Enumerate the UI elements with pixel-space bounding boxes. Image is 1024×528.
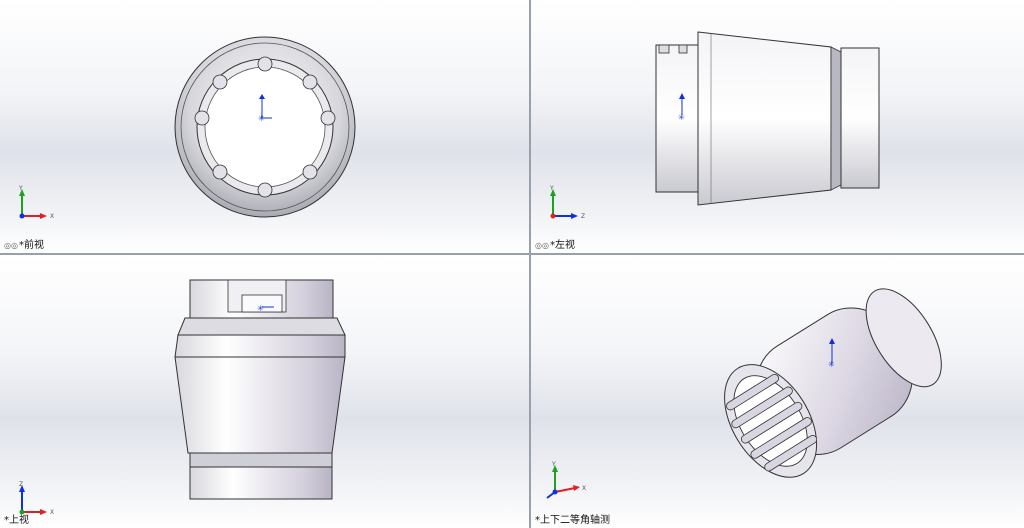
top-view-part: ✳ (174, 279, 346, 500)
svg-text:Y: Y (549, 185, 554, 192)
view-orient-icon: ◎◎ (535, 241, 549, 250)
viewport-left[interactable]: ✳ Y Z ◎◎*左视 (531, 0, 1024, 253)
iso-origin-marker: ✳ (828, 360, 835, 369)
viewport-front[interactable]: ✳ Y X ◎◎*前视 (0, 0, 529, 253)
front-axis-triad: Y X (18, 185, 54, 220)
left-view-part: ✳ (655, 31, 880, 206)
svg-text:Y: Y (18, 185, 23, 192)
left-view-label: ◎◎*左视 (535, 240, 575, 251)
view-orient-icon: ◎◎ (4, 241, 18, 250)
viewport-divider-horizontal[interactable] (0, 253, 1024, 255)
viewport-top[interactable]: ✳ Z X *上视 (0, 255, 529, 528)
iso-view-label: *上下二等角轴测 (535, 515, 610, 526)
front-view-part: ✳ (174, 36, 356, 218)
svg-text:Z: Z (19, 481, 23, 488)
viewport-iso[interactable]: ✳ Y X *上下二等角轴测 (531, 255, 1024, 528)
front-origin-marker: ✳ (258, 114, 265, 123)
svg-text:X: X (50, 213, 54, 220)
front-view-label: ◎◎*前视 (4, 240, 44, 251)
iso-view-part: ✳ (724, 288, 942, 478)
svg-text:Z: Z (581, 213, 585, 220)
iso-axis-triad: Y X (546, 461, 586, 499)
left-axis-triad: Y Z (549, 185, 585, 220)
svg-text:Y: Y (551, 461, 556, 468)
viewport-divider-vertical[interactable] (529, 0, 531, 528)
svg-text:X: X (50, 509, 54, 516)
svg-text:X: X (582, 485, 586, 492)
four-viewport-layout: ✳ Y X ◎◎*前视 ✳ Y Z ◎◎*左视 ✳ Z X *上视 ✳ Y X … (0, 0, 1024, 528)
left-origin-marker: ✳ (678, 113, 685, 122)
top-origin-marker: ✳ (257, 304, 264, 313)
top-view-label: *上视 (4, 515, 29, 526)
